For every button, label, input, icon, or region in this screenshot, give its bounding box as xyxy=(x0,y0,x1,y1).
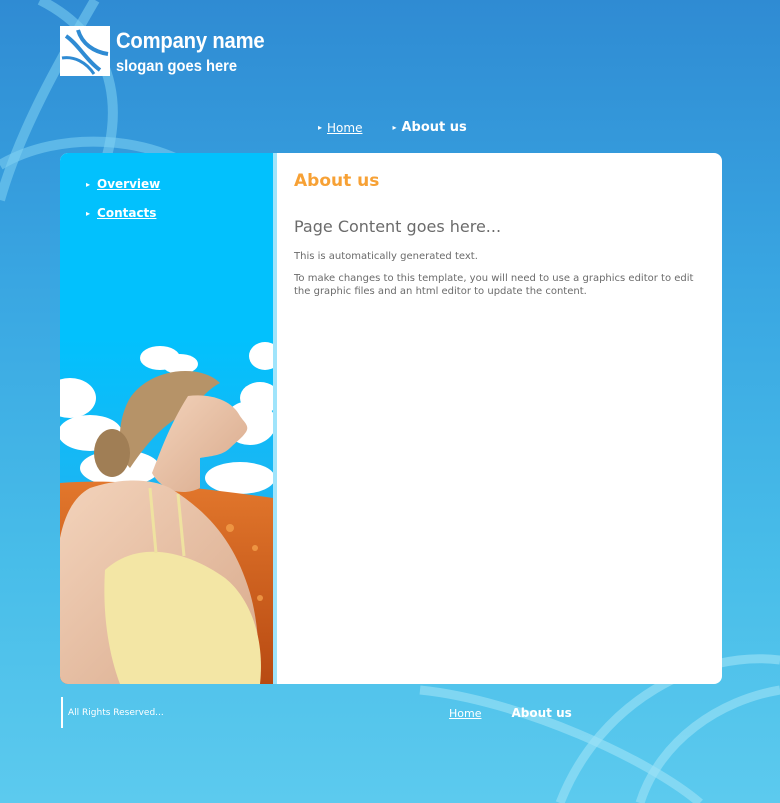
bullet-icon: ▸ xyxy=(318,123,323,132)
bullet-icon: ▸ xyxy=(392,123,397,132)
page-subtitle: Page Content goes here... xyxy=(294,217,502,236)
footer-divider xyxy=(61,697,63,728)
sidebar-divider xyxy=(273,153,277,684)
content-paragraph: To make changes to this template, you wi… xyxy=(294,273,694,297)
slogan: slogan goes here xyxy=(116,58,238,75)
sidebar: ▸ Overview ▸ Contacts xyxy=(60,153,273,684)
footer-nav: Home About us xyxy=(449,706,572,720)
sidebar-nav: ▸ Overview ▸ Contacts xyxy=(86,177,160,235)
copyright-text: All Rights Reserved... xyxy=(68,708,164,718)
top-nav-link-about-us[interactable]: About us xyxy=(401,120,466,135)
top-nav-link-home[interactable]: Home xyxy=(327,121,362,135)
footer-link-home[interactable]: Home xyxy=(449,707,481,720)
sidebar-item-overview[interactable]: ▸ Overview xyxy=(86,177,160,191)
page-title: About us xyxy=(294,171,380,191)
sidebar-link-overview[interactable]: Overview xyxy=(97,177,160,191)
main-box: ▸ Overview ▸ Contacts About us Page Cont… xyxy=(60,153,722,684)
top-nav-item-about-us[interactable]: ▸ About us xyxy=(392,120,466,135)
bullet-icon: ▸ xyxy=(86,179,91,189)
content-area: About us Page Content goes here... This … xyxy=(294,171,704,298)
top-nav-item-home[interactable]: ▸ Home xyxy=(318,121,362,135)
sidebar-link-contacts[interactable]: Contacts xyxy=(97,206,156,220)
woman-photo xyxy=(60,338,273,684)
footer-link-about-us[interactable]: About us xyxy=(511,706,571,720)
top-nav: ▸ Home ▸ About us xyxy=(318,120,497,135)
content-paragraph: This is automatically generated text. xyxy=(294,251,478,262)
sidebar-item-contacts[interactable]: ▸ Contacts xyxy=(86,206,160,220)
bullet-icon: ▸ xyxy=(86,208,91,218)
company-name: Company name xyxy=(116,28,265,53)
logo-icon xyxy=(60,26,110,76)
